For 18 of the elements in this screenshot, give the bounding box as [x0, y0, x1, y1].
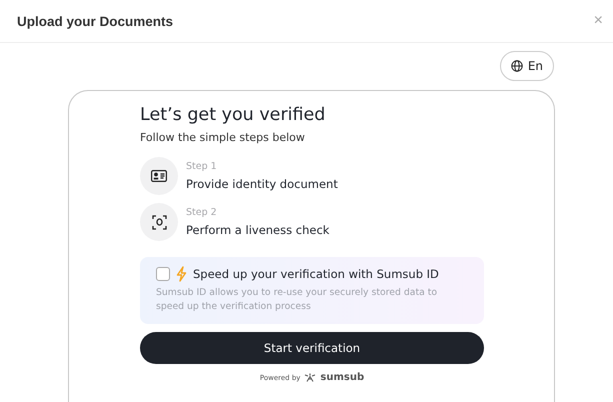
step-text: Perform a liveness check: [186, 223, 330, 237]
face-scan-icon: [152, 214, 166, 230]
checkbox[interactable]: [156, 267, 170, 281]
id-card-icon: [151, 170, 167, 182]
step-label: Step 2: [186, 207, 218, 218]
globe-icon: [510, 60, 523, 72]
step-text: Provide identity document: [186, 177, 338, 191]
brand-name: sumsub: [320, 372, 364, 383]
logo-icon: [304, 373, 316, 382]
promo-description: Sumsub ID allows you to re-use your securely stored data to speed up the verification process: [156, 286, 438, 314]
dialog-title: Upload your Documents: [17, 14, 174, 28]
language-button[interactable]: En: [500, 51, 554, 81]
heading: Let’s get you verified: [140, 105, 326, 125]
step-label: Step 1: [186, 161, 218, 172]
promo-title: Speed up your verification with Sumsub ID: [193, 267, 439, 281]
subtitle: Follow the simple steps below: [140, 131, 306, 144]
start-verification-button[interactable]: Start verification: [140, 332, 484, 364]
lightning-icon: [176, 266, 187, 282]
